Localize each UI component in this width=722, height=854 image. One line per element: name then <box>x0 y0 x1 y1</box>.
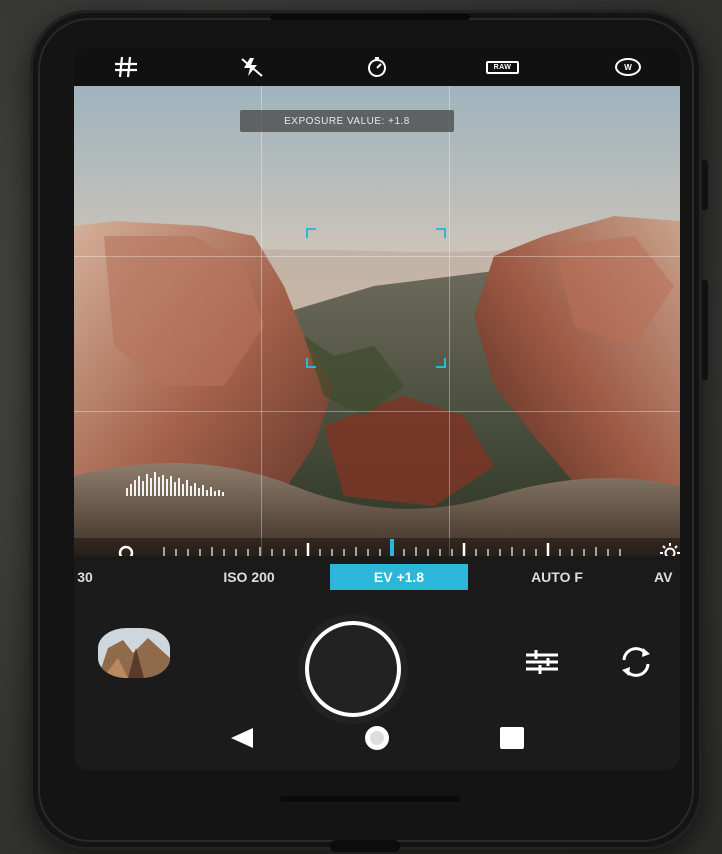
power-button <box>702 280 708 380</box>
histogram <box>126 472 224 496</box>
timer-icon[interactable] <box>359 55 395 79</box>
wb-label: W <box>615 58 641 76</box>
raw-label: RAW <box>485 60 520 74</box>
switch-camera-icon[interactable] <box>616 644 656 680</box>
mode-selector: 30 ISO 200 EV +1.8 AUTO F AV <box>74 556 680 596</box>
viewfinder[interactable]: EXPOSURE VALUE: +1.8 <box>74 86 680 556</box>
shutter-button[interactable] <box>298 614 408 724</box>
adjustments-icon[interactable] <box>522 646 562 678</box>
mode-av[interactable]: AV <box>654 564 680 590</box>
app-screen: RAW W EXPOSURE VALUE: +1.8 30 ISO 200 EV… <box>74 48 680 770</box>
camera-toolbar: RAW W <box>74 48 680 86</box>
gallery-thumbnail[interactable] <box>98 628 170 678</box>
mode-ev[interactable]: EV +1.8 <box>330 564 468 590</box>
volume-button <box>702 160 708 210</box>
flash-off-icon[interactable] <box>234 55 270 79</box>
home-icon[interactable] <box>362 723 392 758</box>
back-icon[interactable] <box>227 726 257 755</box>
exposure-value-label: EXPOSURE VALUE: +1.8 <box>240 110 454 132</box>
focus-box <box>306 228 446 368</box>
mode-focus[interactable]: AUTO F <box>502 564 612 590</box>
bottom-speaker <box>280 796 460 802</box>
capture-controls <box>74 596 680 770</box>
raw-format-icon[interactable]: RAW <box>485 55 521 79</box>
mode-iso[interactable]: ISO 200 <box>194 564 304 590</box>
grid-icon[interactable] <box>108 55 144 79</box>
shutter-ring <box>305 621 401 717</box>
grid-line <box>74 411 680 412</box>
recents-icon[interactable] <box>497 725 527 756</box>
grid-line <box>261 86 262 556</box>
phone-body: RAW W EXPOSURE VALUE: +1.8 30 ISO 200 EV… <box>30 10 708 852</box>
mode-shutter[interactable]: 30 <box>74 564 110 590</box>
grid-line <box>449 86 450 556</box>
white-balance-icon[interactable]: W <box>610 55 646 79</box>
top-speaker <box>270 14 470 20</box>
usb-port <box>330 840 400 852</box>
system-nav-bar <box>74 710 680 770</box>
